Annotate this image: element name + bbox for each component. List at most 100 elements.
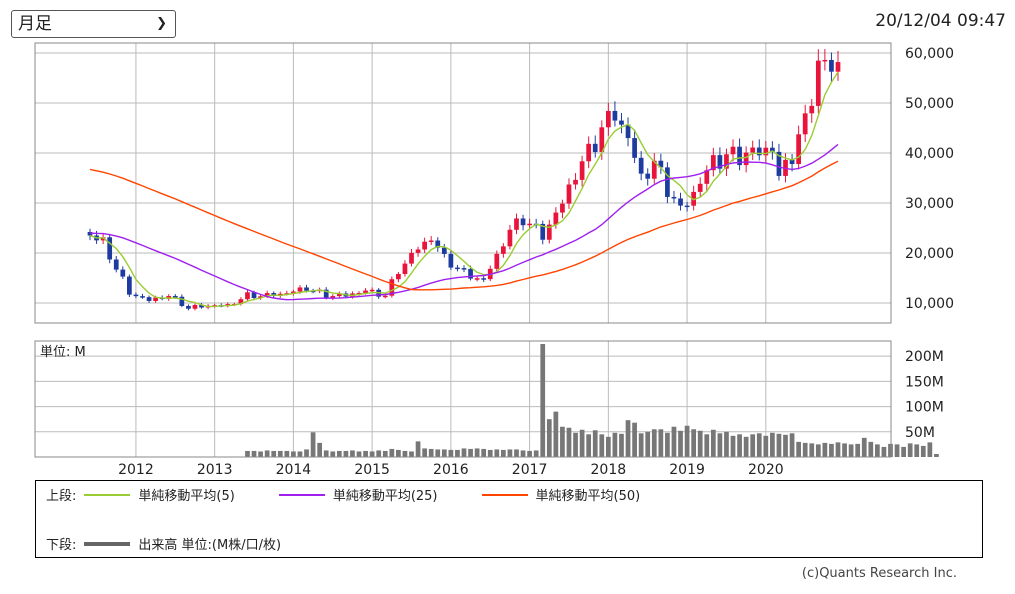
volume-bar [848,444,854,457]
candle-body [146,297,152,301]
candle-body [645,173,651,179]
volume-bar [645,431,651,457]
volume-bar [487,449,493,457]
volume-bar [914,444,920,457]
volume-y-tick-label: 150M [905,374,944,390]
volume-bar [671,426,677,457]
candle-body [133,294,139,297]
volume-bar [815,444,821,457]
candle-body [474,278,480,280]
candle-body [113,259,119,270]
volume-bar [514,449,519,457]
candle-body [586,143,592,162]
candle-body [730,146,736,155]
volume-y-tick-label: 50M [905,425,935,441]
volume-bar [710,429,716,457]
candle-body [527,223,532,226]
volume-bar [605,436,611,457]
volume-bar [724,431,729,457]
volume-plot-frame [34,340,892,458]
volume-bar [533,450,539,457]
volume-bar [730,435,736,457]
candle-body [605,110,611,128]
legend: 上段: 単純移動平均(5) 単純移動平均(25) 単純移動平均(50) 下段: … [35,480,983,558]
volume-bar [277,450,283,457]
candle-body [579,161,585,180]
volume-bar [875,444,880,457]
price-y-tick-label: 40,000 [905,146,954,162]
volume-bar [822,442,828,457]
volume-bar [619,433,624,457]
candle-body [507,229,513,247]
candle-body [809,105,815,114]
price-y-tick-label: 30,000 [905,196,954,212]
volume-bar [691,429,697,457]
candle-body [448,253,454,268]
candle-body [612,110,618,121]
volume-bar [507,449,513,457]
volume-bar [369,451,375,457]
candle-body [382,295,388,298]
candle-body [297,287,303,292]
candle-body [829,59,834,72]
volume-bar [796,441,801,457]
volume-bar [770,432,775,457]
volume-bar [881,446,887,457]
x-tick-label: 2017 [512,462,548,478]
candle-body [553,212,559,225]
volume-bar [494,449,500,457]
candle-body [120,269,126,277]
legend-swatch-ma50 [481,493,528,496]
volume-bar [894,444,900,457]
volume-bar [323,450,329,457]
price-y-tick-label: 60,000 [905,46,954,62]
candle-body [684,205,690,208]
legend-lower-row: 下段: 出来高 単位:(M株/口/枚) [46,534,317,553]
candle-body [619,120,624,125]
volume-bar [566,427,572,457]
x-tick-label: 2015 [354,462,390,478]
candle-body [678,198,683,206]
price-plot-frame [34,42,892,324]
x-tick-label: 2013 [197,462,233,478]
volume-bar [888,443,893,457]
price-y-tick-label: 50,000 [905,96,954,112]
candle-body [520,218,526,226]
candle-body [396,273,401,280]
legend-item-ma25-label: 単純移動平均(25) [332,489,438,504]
volume-bar [927,442,933,457]
volume-bar [382,450,388,457]
legend-swatch-ma5 [84,493,131,496]
volume-bar [665,432,670,457]
volume-bar [861,437,867,457]
volume-unit-label: 単位: M [40,344,86,360]
volume-bar [592,430,598,457]
volume-bar [934,453,939,457]
x-tick-label: 2012 [118,462,154,478]
volume-bar [750,434,756,457]
volume-bar [455,449,460,457]
volume-bar [428,448,434,457]
price-grid [35,43,891,323]
volume-bar [560,426,565,457]
volume-bar [350,450,355,457]
volume-bars [245,344,939,457]
volume-bar [573,432,578,457]
volume-bar [776,433,782,457]
volume-bar [501,449,506,457]
volume-bar [625,420,631,457]
volume-y-ticks: 50M 100M 150M 200M [905,349,944,441]
volume-bar [520,450,526,457]
legend-item-ma25: 単純移動平均(25) [271,485,438,504]
volume-bar [336,450,342,457]
volume-bar [586,434,592,457]
candle-body [802,113,808,135]
volume-bar [409,451,414,457]
candle-body [127,276,132,295]
candle-body [501,246,506,254]
x-tick-label: 2014 [276,462,312,478]
candle-body [560,203,565,213]
candle-body [192,304,198,309]
candle-body [665,167,670,197]
x-tick-label: 2016 [433,462,469,478]
